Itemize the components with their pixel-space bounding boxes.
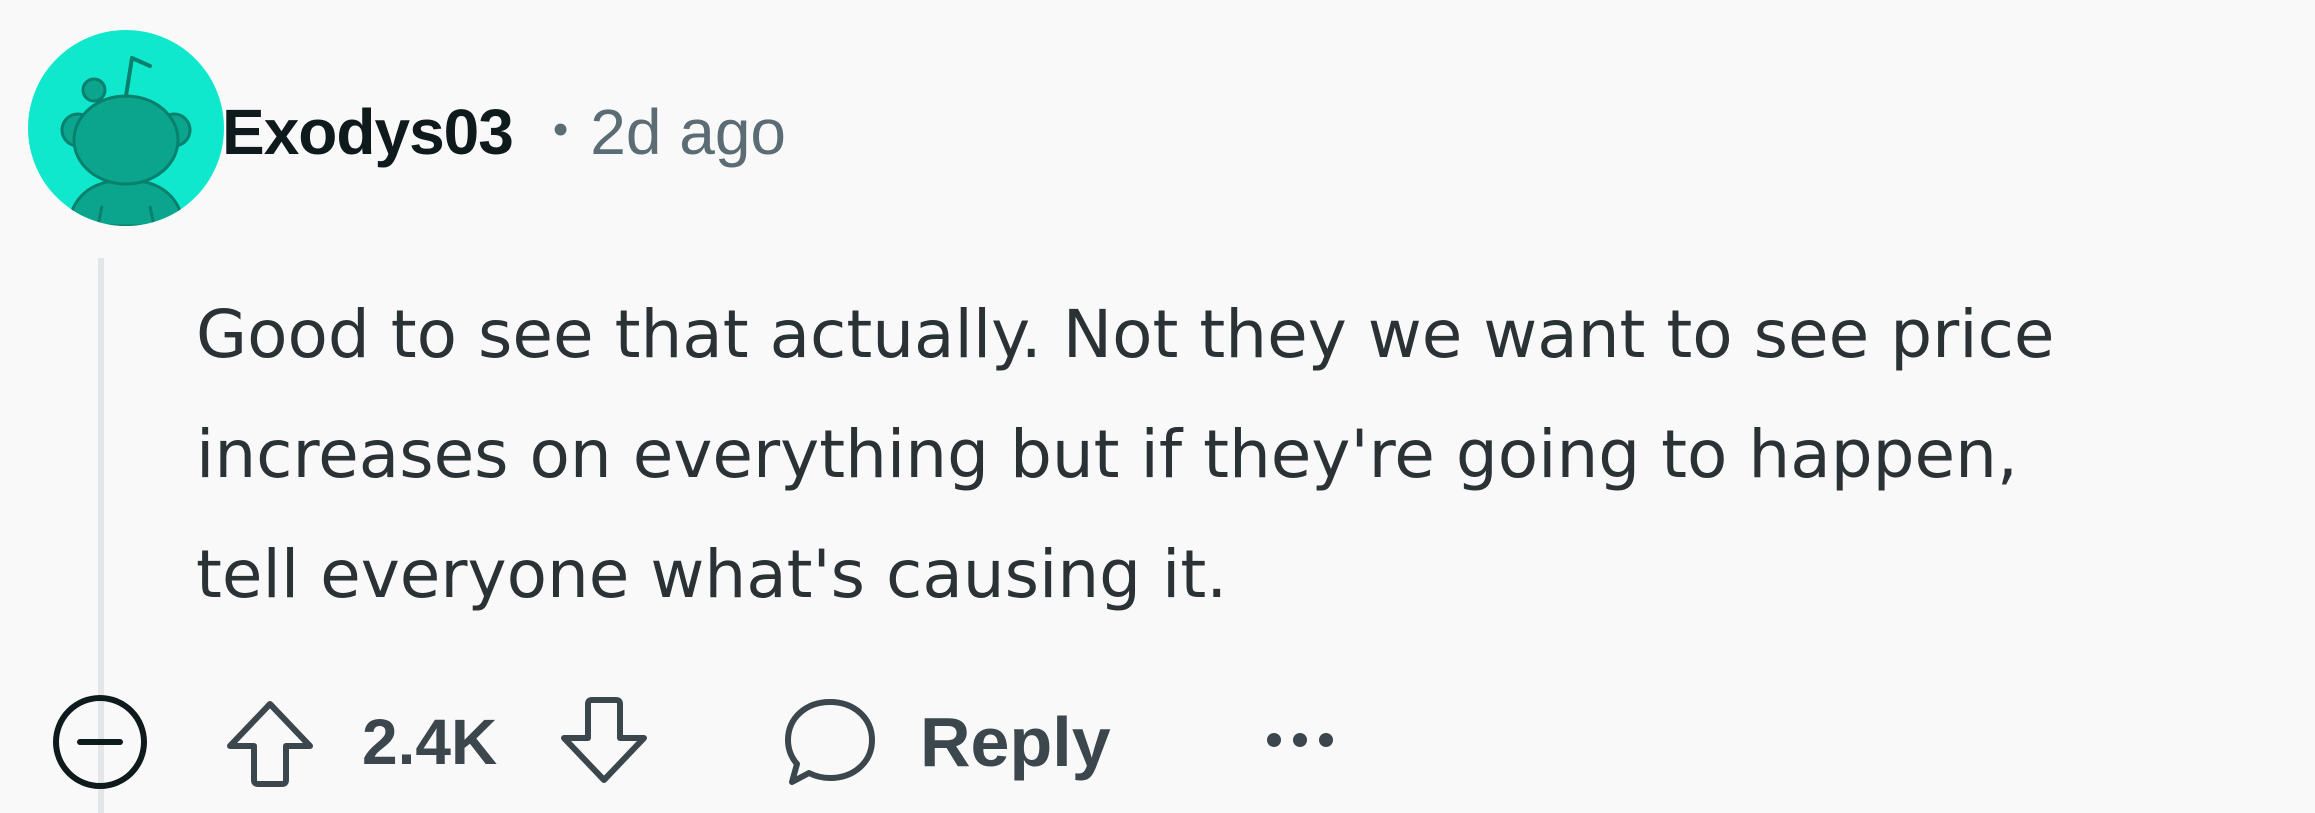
vote-score: 2.4K [362,706,498,778]
downvote-arrow-icon [561,697,647,783]
snoo-avatar-icon [28,30,224,226]
comment-action-bar: 2.4K Reply [0,680,2315,800]
timestamp[interactable]: 2d ago [590,95,786,169]
comment-body-line: tell everyone what's causing it. [196,536,1228,613]
upvote-arrow-icon [227,701,313,787]
collapse-minus-icon [53,695,147,789]
more-options-button[interactable] [1262,710,1338,770]
comment-body-line: increases on everything but if they're g… [196,416,2018,493]
reply-label: Reply [920,703,1111,781]
meta-separator: • [552,105,569,154]
speech-bubble-icon [785,699,875,785]
collapse-button[interactable] [50,692,150,792]
comment-meta: Exodys03 • 2d ago [222,92,786,172]
ellipsis-icon [1267,733,1333,747]
upvote-button[interactable] [222,694,318,790]
avatar[interactable] [28,30,224,226]
comment-body: Good to see that actually. Not they we w… [196,275,2296,635]
username-link[interactable]: Exodys03 [222,95,514,169]
comment-body-line: Good to see that actually. Not they we w… [196,296,2055,373]
downvote-button[interactable] [556,694,652,790]
reply-button[interactable]: Reply [780,688,1111,796]
